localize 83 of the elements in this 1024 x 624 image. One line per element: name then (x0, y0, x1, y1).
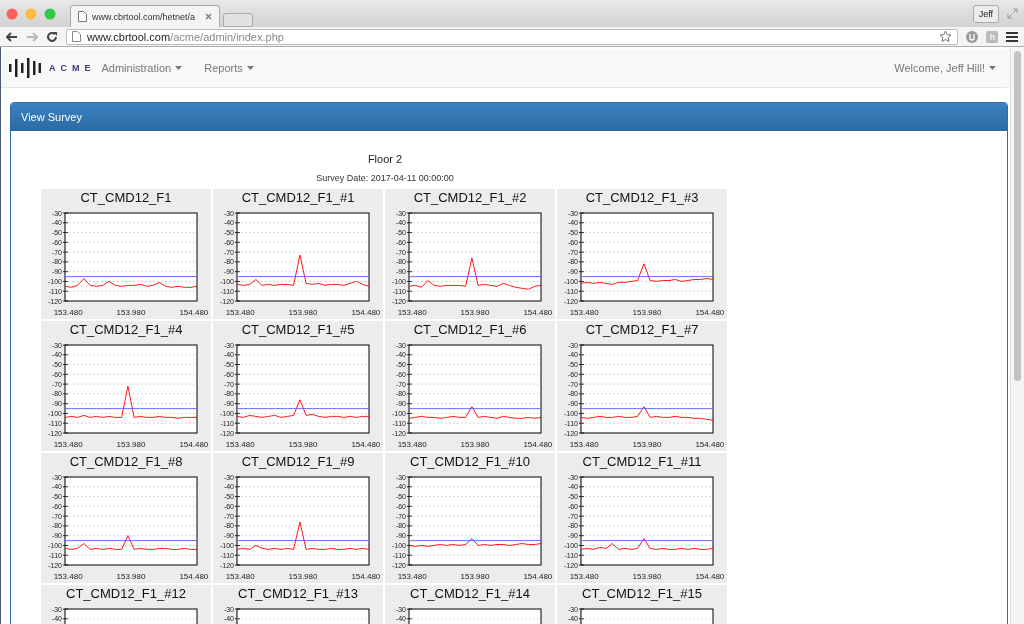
chart-title: CT_CMD12_F1_#11 (581, 453, 703, 471)
x-tick-label: 153.980 (116, 572, 146, 581)
x-tick-label: 154.480 (695, 308, 725, 317)
bookmark-star-icon[interactable] (939, 30, 952, 43)
nav-menu[interactable]: Administration (101, 62, 183, 74)
x-tick-label: 153.480 (53, 440, 83, 449)
survey-date: Survey Date: 2017-04-11 00:00:00 (315, 173, 455, 183)
chart-title: CT_CMD12_F1_#4 (68, 321, 184, 339)
x-tick-label: 153.480 (397, 308, 427, 317)
caret-icon (989, 66, 996, 70)
x-tick-label: 153.980 (632, 440, 662, 449)
chart-title: CT_CMD12_F1 (79, 189, 173, 207)
x-tick-label: 153.980 (288, 440, 318, 449)
x-tick-label: 153.480 (53, 572, 83, 581)
chart-title: CT_CMD12_F1_#2 (412, 189, 528, 207)
scrollbar-thumb[interactable] (1014, 51, 1021, 381)
x-tick-label: 154.480 (523, 572, 553, 581)
x-tick-label: 154.480 (523, 440, 553, 449)
nav-menu[interactable]: Reports (204, 62, 254, 74)
chart-title: CT_CMD12_F1_#8 (68, 453, 184, 471)
address-field[interactable]: www.cbrtool.com/acme/admin/index.php (66, 28, 958, 45)
x-tick-label: 154.480 (351, 572, 381, 581)
x-tick-label: 153.980 (288, 308, 318, 317)
chart-title: CT_CMD12_F1_#10 (409, 453, 531, 471)
close-tab-icon[interactable] (205, 13, 212, 20)
chart-title: CT_CMD12_F1_#12 (65, 585, 187, 603)
x-tick-label: 153.980 (460, 440, 490, 449)
chart-title: CT_CMD12_F1_#3 (584, 189, 700, 207)
profile-button[interactable]: Jeff (972, 4, 999, 23)
chart-title: CT_CMD12_F1_#6 (412, 321, 528, 339)
chart-title: CT_CMD12_F1_#5 (240, 321, 356, 339)
floor-heading: Floor 2 (366, 153, 404, 165)
x-tick-label: 154.480 (695, 572, 725, 581)
maximize-window-icon[interactable] (44, 7, 56, 20)
minimize-window-icon[interactable] (25, 7, 37, 20)
x-tick-label: 154.480 (523, 308, 553, 317)
chart-title: CT_CMD12_F1_#7 (584, 321, 700, 339)
extension-icon[interactable] (966, 30, 978, 43)
x-tick-label: 153.980 (116, 308, 146, 317)
x-tick-label: 154.480 (351, 440, 381, 449)
chart-title: CT_CMD12_F1_#13 (237, 585, 359, 603)
x-tick-label: 153.480 (397, 440, 427, 449)
x-tick-label: 153.980 (460, 572, 490, 581)
x-tick-label: 153.480 (569, 308, 599, 317)
x-tick-label: 153.480 (397, 572, 427, 581)
menu-icon[interactable] (1006, 31, 1018, 42)
x-tick-label: 153.480 (225, 440, 255, 449)
browser-tab[interactable]: www.cbrtool.com/hetnet/a (70, 5, 220, 27)
back-icon[interactable] (6, 31, 18, 42)
new-tab-button[interactable] (223, 13, 253, 27)
x-tick-label: 153.980 (116, 440, 146, 449)
user-menu[interactable]: Welcome, Jeff Hill! (894, 62, 996, 74)
fullscreen-icon[interactable] (1007, 8, 1018, 19)
brand-name: ACME (49, 63, 96, 73)
page-icon (72, 31, 81, 42)
extension-icon[interactable] (986, 30, 998, 43)
x-tick-label: 153.480 (225, 572, 255, 581)
x-tick-label: 153.480 (225, 308, 255, 317)
logo-bars-icon (9, 58, 41, 78)
chart-title: CT_CMD12_F1_#15 (581, 585, 703, 603)
x-tick-label: 153.980 (460, 308, 490, 317)
reload-icon[interactable] (46, 30, 58, 43)
x-tick-label: 153.480 (569, 572, 599, 581)
x-tick-label: 153.980 (632, 572, 662, 581)
x-tick-label: 154.480 (695, 440, 725, 449)
chart-title: CT_CMD12_F1_#1 (240, 189, 356, 207)
page-icon (78, 11, 87, 22)
x-tick-label: 153.480 (569, 440, 599, 449)
chart-title: CT_CMD12_F1_#14 (409, 585, 531, 603)
close-window-icon[interactable] (6, 7, 18, 20)
x-tick-label: 154.480 (351, 308, 381, 317)
x-tick-label: 154.480 (179, 440, 209, 449)
x-tick-label: 154.480 (179, 308, 209, 317)
x-tick-label: 153.980 (632, 308, 662, 317)
caret-icon (246, 66, 254, 70)
x-tick-label: 154.480 (179, 572, 209, 581)
tab-title: www.cbrtool.com/hetnet/a (92, 11, 197, 22)
forward-icon[interactable] (26, 31, 38, 42)
x-tick-label: 153.480 (53, 308, 83, 317)
chart-title: CT_CMD12_F1_#9 (240, 453, 356, 471)
x-tick-label: 153.980 (288, 572, 318, 581)
panel-title: View Survey (21, 111, 82, 123)
caret-icon (175, 66, 183, 70)
